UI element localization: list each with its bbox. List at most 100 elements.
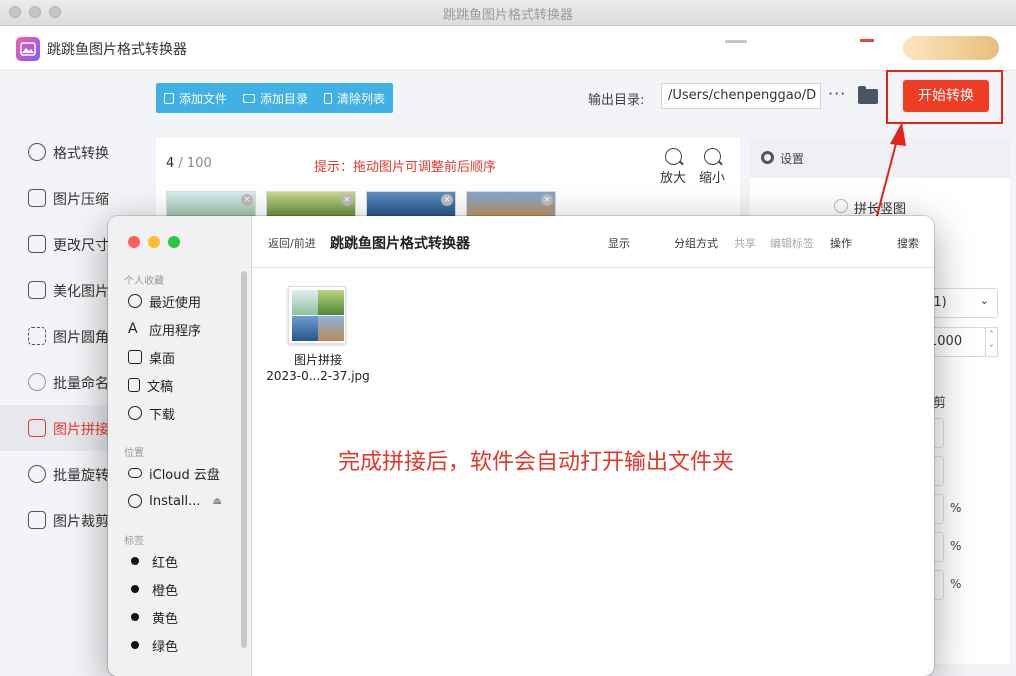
zoom-out-button[interactable]: 缩小 — [695, 148, 729, 186]
finder-tag-red[interactable]: 红色 — [128, 551, 178, 571]
add-file-button[interactable]: 添加文件 — [164, 90, 227, 107]
cloud-icon — [128, 468, 142, 478]
sidebar-item-label: 图片裁剪 — [53, 514, 109, 530]
sidebar-item-label: 批量命名 — [53, 376, 109, 392]
view-button[interactable]: 显示 — [608, 235, 630, 251]
finder-item-recents[interactable]: 最近使用 — [128, 291, 201, 311]
clear-list-button[interactable]: 清除列表 — [324, 90, 385, 107]
add-file-label: 添加文件 — [179, 91, 228, 106]
eject-icon[interactable]: ⏏ — [213, 496, 222, 507]
more-options-button[interactable]: ··· — [828, 84, 846, 103]
finder-item-documents[interactable]: 文稿 — [128, 375, 173, 395]
image-thumbnail[interactable]: × — [466, 191, 556, 219]
tag-dot-icon — [131, 641, 139, 649]
remove-icon[interactable]: × — [541, 194, 553, 206]
desktop-icon — [128, 350, 142, 364]
favorites-heading: 个人收藏 — [124, 276, 164, 287]
finder-item-icloud[interactable]: iCloud 云盘 — [128, 463, 220, 483]
gear-icon — [761, 151, 774, 164]
finder-item-label: 下载 — [149, 407, 176, 423]
zoom-in-button[interactable]: 放大 — [656, 148, 690, 186]
back-forward-button[interactable]: 返回/前进 — [268, 235, 316, 251]
annotation-highlight-box — [886, 70, 1003, 124]
percent-unit: % — [950, 539, 962, 553]
header-icon[interactable] — [860, 39, 874, 42]
sidebar-item-compress[interactable]: 图片压缩 — [0, 175, 146, 221]
finder-item-label: 绿色 — [152, 639, 179, 655]
stepper-arrows[interactable]: ˄ ˅ — [985, 327, 998, 357]
finder-item-label: 最近使用 — [149, 295, 202, 311]
zoom-in-label: 放大 — [659, 171, 686, 186]
finder-tag-green[interactable]: 绿色 — [128, 635, 178, 655]
crop-icon — [28, 511, 46, 529]
window-title: 跳跳鱼图片格式转换器 — [442, 8, 573, 23]
sidebar-item-format-convert[interactable]: 格式转换 — [0, 129, 146, 175]
finder-item-downloads[interactable]: 下载 — [128, 403, 175, 423]
clock-icon — [128, 294, 142, 308]
finder-item-label: 橙色 — [152, 583, 179, 599]
file-name[interactable]: 图片拼接 2023-0...2-37.jpg — [248, 352, 388, 384]
stitched-image-file[interactable] — [288, 286, 346, 344]
sidebar-item-label: 图片压缩 — [53, 192, 109, 208]
finder-title: 跳跳鱼图片格式转换器 — [330, 236, 470, 252]
zoom-window-button[interactable] — [168, 236, 180, 248]
file-thumbnail — [292, 290, 318, 315]
tag-dot-icon — [131, 557, 139, 565]
file-thumbnail — [318, 316, 344, 341]
header-icon[interactable] — [725, 40, 747, 43]
group-by-button[interactable]: 分组方式 — [674, 235, 718, 251]
add-folder-label: 添加目录 — [260, 91, 309, 106]
image-count-total: / 100 — [178, 156, 212, 171]
image-thumbnail[interactable]: × — [266, 191, 356, 219]
finder-item-label: iCloud 云盘 — [149, 467, 220, 483]
output-dir-input[interactable]: /Users/chenpenggao/D — [661, 83, 821, 109]
clear-list-label: 清除列表 — [337, 91, 386, 106]
stitch-icon — [28, 419, 46, 437]
finder-tag-orange[interactable]: 橙色 — [128, 579, 178, 599]
file-thumbnail — [318, 290, 344, 315]
image-thumbnail[interactable]: × — [366, 191, 456, 219]
sidebar-item-label: 图片圆角 — [53, 330, 109, 346]
sidebar-item-label: 更改尺寸 — [53, 238, 109, 254]
finder-item-label: 文稿 — [147, 379, 174, 395]
finder-item-install[interactable]: Install... ⏏ — [128, 491, 222, 511]
file-thumbnail — [292, 316, 318, 341]
remove-icon[interactable]: × — [341, 194, 353, 206]
search-button[interactable]: 搜索 — [897, 235, 919, 251]
sidebar-item-label: 格式转换 — [53, 146, 109, 162]
minimize-window-button[interactable] — [148, 236, 160, 248]
percent-unit: % — [950, 501, 962, 515]
locations-heading: 位置 — [124, 448, 144, 459]
sidebar-item-label: 批量旋转 — [53, 468, 109, 484]
finder-tag-yellow[interactable]: 黄色 — [128, 607, 178, 627]
long-vertical-radio[interactable] — [834, 199, 848, 213]
app-header: 跳跳鱼图片格式转换器 — [0, 26, 1016, 71]
close-window-button[interactable] — [128, 236, 140, 248]
remove-icon[interactable]: × — [241, 194, 253, 206]
remove-icon[interactable]: × — [441, 194, 453, 206]
folder-icon — [243, 93, 256, 103]
action-button[interactable]: 操作 — [830, 235, 852, 251]
disk-icon — [128, 494, 142, 508]
app-logo-icon — [16, 37, 40, 61]
sidebar-scrollbar[interactable] — [241, 271, 247, 648]
finder-item-desktop[interactable]: 桌面 — [128, 347, 175, 367]
file-icon — [164, 92, 174, 104]
open-folder-icon[interactable] — [858, 86, 878, 104]
image-thumbnail[interactable]: × — [166, 191, 256, 219]
share-button[interactable]: 共享 — [734, 235, 756, 251]
rotate-icon — [28, 465, 46, 483]
format-convert-icon — [28, 143, 46, 161]
finder-item-applications[interactable]: A 应用程序 — [128, 319, 201, 339]
finder-item-label: 黄色 — [152, 611, 179, 627]
image-count-value: 4 — [166, 156, 175, 171]
finder-item-label: 应用程序 — [149, 323, 202, 339]
add-folder-button[interactable]: 添加目录 — [243, 90, 308, 107]
tags-heading: 标签 — [124, 536, 144, 547]
file-name-line: 图片拼接 — [293, 353, 342, 367]
vip-badge[interactable] — [903, 36, 999, 60]
trash-icon — [324, 92, 333, 104]
rename-icon — [28, 373, 46, 391]
edit-tags-button[interactable]: 编辑标签 — [770, 235, 814, 251]
finder-toolbar: 返回/前进 跳跳鱼图片格式转换器 显示 分组方式 共享 编辑标签 操作 搜索 — [252, 216, 934, 268]
